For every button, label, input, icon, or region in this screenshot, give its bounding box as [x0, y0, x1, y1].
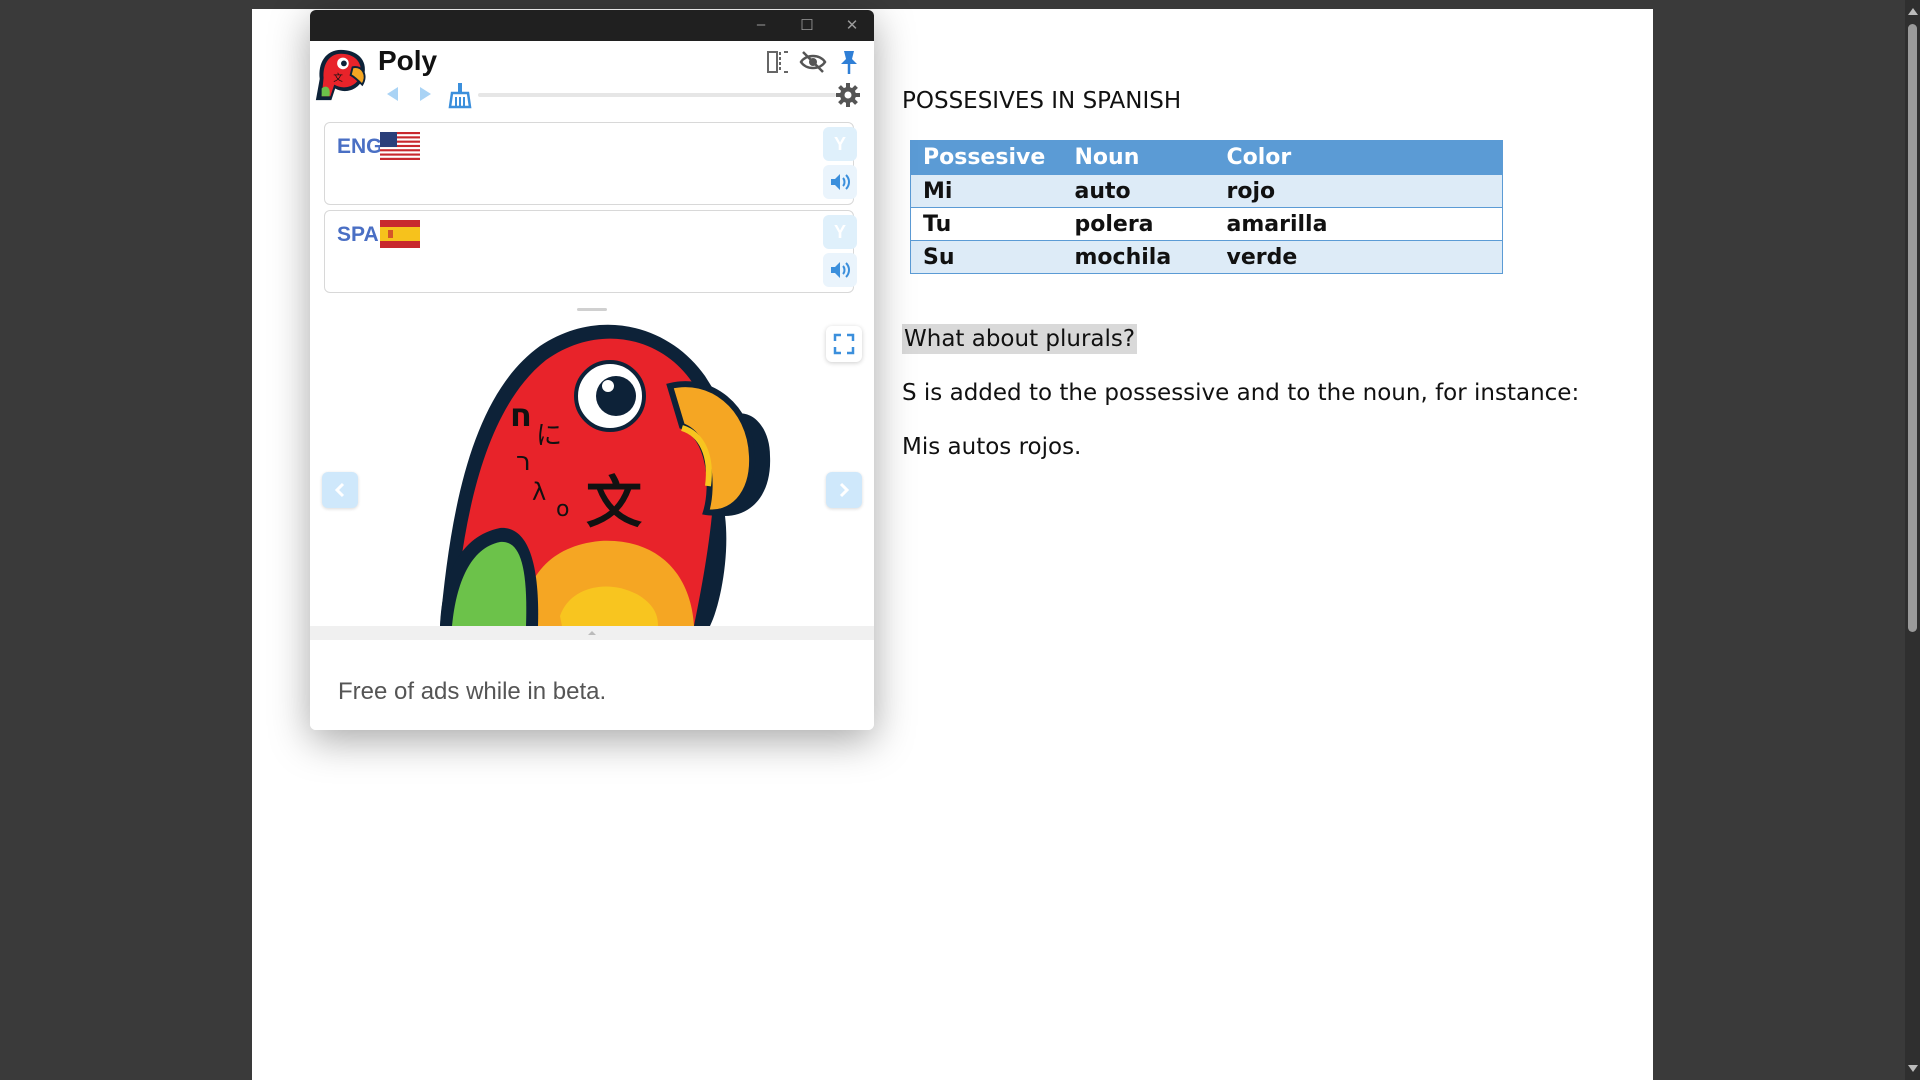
y-button-label: Y — [833, 133, 846, 154]
svg-text:に: に — [536, 421, 562, 451]
scroll-down-arrow-icon[interactable] — [1908, 1065, 1918, 1072]
table-cell: polera — [1062, 207, 1215, 241]
explanation-paragraph: S is added to the possessive and to the … — [902, 380, 1580, 406]
pin-icon[interactable] — [838, 49, 860, 75]
minimize-button[interactable]: – — [751, 16, 771, 33]
title-bar[interactable]: – ☐ ✕ — [310, 10, 874, 41]
footer-panel: Free of ads while in beta. — [310, 640, 874, 730]
table-header-cell: Noun — [1062, 140, 1215, 175]
english-speaker-button[interactable] — [823, 165, 857, 199]
svg-text:λ: λ — [532, 478, 546, 506]
svg-text:文: 文 — [586, 471, 642, 536]
scroll-up-arrow-icon[interactable] — [1908, 8, 1918, 15]
table-header-cell: Possesive — [910, 140, 1063, 175]
table-row: Tu polera amarilla — [910, 207, 1503, 241]
parrot-image-area: ח に ר λ o 文 — [310, 316, 874, 626]
app-title: Poly — [378, 45, 438, 76]
close-button[interactable]: ✕ — [842, 16, 862, 34]
svg-text:o: o — [556, 497, 569, 522]
table-row: Mi auto rojo — [910, 174, 1503, 208]
table-header-row: Possesive Noun Color — [910, 140, 1503, 175]
table-cell: mochila — [1062, 240, 1215, 274]
document-heading: POSSESIVES IN SPANISH — [902, 88, 1182, 114]
english-language-label: ENG — [337, 135, 383, 158]
app-header: 文 Poly — [310, 41, 874, 113]
english-y-button[interactable]: Y — [823, 127, 857, 161]
footer-resize-bar[interactable] — [310, 626, 874, 640]
previous-image-button[interactable] — [322, 472, 358, 508]
table-cell: rojo — [1214, 174, 1503, 208]
question-paragraph[interactable]: What about plurals? — [902, 324, 1138, 354]
expand-icon — [833, 333, 855, 355]
table-cell: verde — [1214, 240, 1503, 274]
back-arrow-icon[interactable] — [384, 85, 402, 103]
parrot-logo-icon: 文 — [315, 49, 366, 101]
gear-icon[interactable] — [835, 82, 861, 108]
vertical-scrollbar[interactable] — [1905, 0, 1920, 1080]
history-slider[interactable] — [478, 93, 836, 97]
spanish-language-label: SPA — [337, 223, 379, 246]
possessives-table: Possesive Noun Color Mi auto rojo Tu pol… — [910, 140, 1503, 274]
chevron-right-icon — [839, 482, 850, 498]
table-row: Su mochila verde — [910, 240, 1503, 274]
spain-flag-icon — [380, 220, 420, 248]
speaker-icon — [831, 262, 850, 278]
svg-text:文: 文 — [333, 72, 343, 84]
table-cell: amarilla — [1214, 207, 1503, 241]
forward-arrow-icon[interactable] — [416, 85, 434, 103]
speaker-icon — [831, 174, 850, 190]
scrollbar-thumb[interactable] — [1908, 24, 1917, 632]
table-header-cell: Color — [1214, 140, 1503, 175]
spanish-y-button[interactable]: Y — [823, 215, 857, 249]
split-view-icon[interactable] — [766, 49, 790, 75]
chevron-up-icon[interactable] — [586, 629, 598, 637]
spanish-speaker-button[interactable] — [823, 253, 857, 287]
broom-clear-icon[interactable] — [448, 81, 472, 109]
english-text-box[interactable]: ENG Y — [324, 122, 857, 205]
chevron-left-icon — [334, 482, 345, 498]
us-flag-icon — [380, 132, 420, 160]
example-paragraph: Mis autos rojos. — [902, 434, 1082, 460]
highlighted-question[interactable]: What about plurals? — [902, 324, 1138, 354]
next-image-button[interactable] — [826, 472, 862, 508]
beta-notice: Free of ads while in beta. — [338, 678, 607, 705]
table-cell: Tu — [910, 207, 1063, 241]
resize-handle[interactable] — [577, 308, 607, 311]
parrot-mascot-image: ח に ר λ o 文 — [440, 324, 771, 626]
table-cell: Mi — [910, 174, 1063, 208]
table-cell: Su — [910, 240, 1063, 274]
fullscreen-button[interactable] — [826, 326, 862, 362]
svg-text:ח: ח — [510, 396, 532, 434]
y-button-label: Y — [833, 221, 846, 242]
maximize-button[interactable]: ☐ — [797, 16, 817, 34]
svg-text:ר: ר — [516, 447, 531, 477]
table-cell: auto — [1062, 174, 1215, 208]
hide-eye-icon[interactable] — [799, 50, 827, 74]
poly-window: – ☐ ✕ 文 Poly ENG Y SPA Y ח に ר λ o 文 Fre… — [310, 10, 874, 730]
spanish-text-box[interactable]: SPA Y — [324, 210, 857, 293]
